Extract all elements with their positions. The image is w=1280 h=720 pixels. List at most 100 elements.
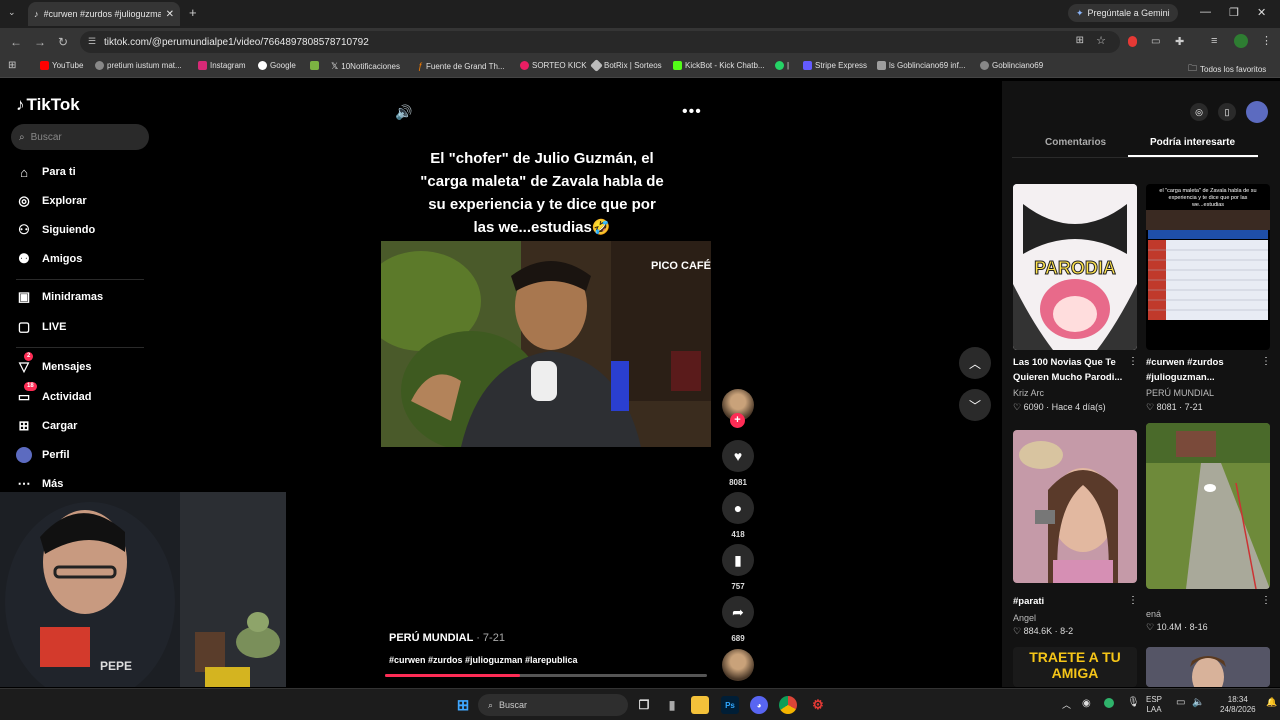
next-video-button[interactable]: ﹀ bbox=[959, 389, 991, 421]
bookmark-item[interactable]: BotRix | Sorteos bbox=[590, 59, 662, 72]
follow-plus-icon[interactable]: + bbox=[730, 413, 745, 428]
forward-icon[interactable]: → bbox=[34, 35, 46, 49]
sidebar-item-live[interactable]: ▢ LIVE bbox=[16, 319, 67, 335]
network-icon[interactable]: ▭ bbox=[1176, 697, 1185, 708]
clock[interactable]: 18:34 24/8/2026 bbox=[1220, 695, 1256, 715]
sidebar-item-perfil[interactable]: Perfil bbox=[16, 447, 70, 463]
bookmark-item[interactable]: ls Goblinciano69 inf... bbox=[877, 61, 966, 70]
card-title[interactable]: #curwen #zurdos #julioguzman... bbox=[1146, 355, 1261, 385]
tray-app-icon[interactable]: ◉ bbox=[1082, 698, 1091, 709]
card-more-icon[interactable]: ⋮ bbox=[1128, 356, 1138, 367]
sidebar-item-mensajes[interactable]: ▽ 2 Mensajes bbox=[16, 352, 92, 375]
sidebar-item-amigos[interactable]: ⚉ Amigos bbox=[16, 251, 82, 267]
card-author[interactable]: ená bbox=[1146, 609, 1161, 619]
tab-podria-interesarte[interactable]: Podría interesarte bbox=[1150, 137, 1235, 148]
save-button[interactable]: ▮ 757 bbox=[722, 544, 754, 591]
device-icon[interactable]: ▯ bbox=[1218, 103, 1236, 121]
video-thumbnail[interactable] bbox=[1013, 430, 1137, 583]
taskbar-search[interactable]: ⌕ Buscar bbox=[478, 694, 628, 716]
video-thumbnail[interactable]: PARODIA bbox=[1013, 184, 1137, 350]
chrome-menu-icon[interactable]: ⋮ bbox=[1261, 34, 1272, 47]
card-more-icon[interactable]: ⋮ bbox=[1128, 595, 1138, 606]
notification-bell-icon[interactable]: 🔔 bbox=[1266, 697, 1277, 708]
reload-icon[interactable]: ↻ bbox=[58, 35, 68, 49]
tray-edge-icon[interactable] bbox=[1104, 698, 1114, 708]
video-thumbnail[interactable] bbox=[1146, 423, 1270, 589]
next-creator-avatar[interactable] bbox=[722, 649, 754, 681]
video-author[interactable]: PERÚ MUNDIAL · 7-21 bbox=[389, 632, 505, 644]
gemini-button[interactable]: ✦ Pregúntale a Gemini bbox=[1068, 4, 1178, 22]
more-options-icon[interactable]: ••• bbox=[682, 103, 702, 121]
bookmark-star-icon[interactable]: ☆ bbox=[1096, 34, 1106, 47]
sidebar-item-siguiendo[interactable]: ⚇ Siguiendo bbox=[16, 222, 95, 238]
microphone-icon[interactable]: 🎙 bbox=[1127, 697, 1140, 708]
back-icon[interactable]: ← bbox=[10, 35, 22, 49]
extensions-icon[interactable]: ✚ bbox=[1175, 35, 1184, 48]
url-field[interactable]: ☰ tiktok.com/@perumundialpe1/video/76648… bbox=[80, 31, 1120, 53]
bookmark-item[interactable]: | bbox=[775, 61, 789, 70]
discord-icon[interactable]: ◕ bbox=[750, 696, 768, 714]
volume-icon[interactable]: 🔊 bbox=[395, 104, 412, 121]
card-author[interactable]: PERÚ MUNDIAL bbox=[1146, 388, 1214, 398]
apps-grid-icon[interactable]: ⊞ bbox=[8, 60, 16, 71]
app-icon[interactable]: ▮ bbox=[663, 696, 681, 714]
previous-video-button[interactable]: ︿ bbox=[959, 347, 991, 379]
video-thumbnail[interactable]: el "carga maleta" de Zavala habla de su … bbox=[1146, 184, 1270, 350]
tray-overflow-icon[interactable]: ︿ bbox=[1062, 698, 1071, 711]
video-progress-bar[interactable] bbox=[385, 674, 707, 677]
sidebar-item-actividad[interactable]: ▭ 18 Actividad bbox=[16, 382, 92, 405]
sidebar-item-explorar[interactable]: ◎ Explorar bbox=[16, 193, 86, 209]
card-more-icon[interactable]: ⋮ bbox=[1261, 595, 1271, 606]
card-title[interactable]: Las 100 Novias Que Te Quieren Mucho Paro… bbox=[1013, 355, 1128, 385]
sidebar-item-mas[interactable]: ⋯ Más bbox=[16, 476, 64, 492]
bookmark-item[interactable] bbox=[310, 61, 319, 70]
video-player[interactable]: PICO CAFÉ bbox=[381, 241, 711, 447]
card-more-icon[interactable]: ⋮ bbox=[1261, 356, 1271, 367]
media-control-icon[interactable]: ≡ bbox=[1211, 35, 1217, 47]
chrome-icon[interactable] bbox=[779, 696, 797, 714]
photoshop-icon[interactable]: Ps bbox=[721, 696, 739, 714]
share-button[interactable]: ➦ 689 bbox=[722, 596, 754, 643]
video-thumbnail[interactable]: TRAETE A TU AMIGA bbox=[1013, 647, 1137, 687]
restore-icon[interactable]: ❐ bbox=[1229, 6, 1239, 19]
tab-list-dropdown-icon[interactable]: ⌄ bbox=[8, 7, 16, 18]
all-favorites-folder[interactable]: 🗀 Todos los favoritos bbox=[1188, 61, 1266, 77]
search-input[interactable]: ⌕ Buscar bbox=[11, 124, 149, 150]
extension-red-icon[interactable] bbox=[1128, 36, 1137, 47]
card-author[interactable]: Kriz Arc bbox=[1013, 388, 1044, 398]
like-button[interactable]: ♥ 8081 bbox=[722, 440, 754, 487]
task-view-icon[interactable]: ❐ bbox=[635, 696, 653, 714]
bookmark-item[interactable]: YouTube bbox=[40, 61, 83, 70]
windows-start-icon[interactable]: ⊞ bbox=[454, 696, 472, 714]
compass-icon[interactable]: ◎ bbox=[1190, 103, 1208, 121]
tiktok-logo[interactable]: ♪ TikTok bbox=[16, 95, 80, 115]
language-indicator[interactable]: ESP LAA bbox=[1146, 695, 1162, 715]
install-icon[interactable]: ⊞ bbox=[1076, 35, 1084, 46]
bookmark-item[interactable]: Stripe Express bbox=[803, 61, 867, 70]
new-tab-icon[interactable]: + bbox=[189, 5, 197, 20]
video-hashtags[interactable]: #curwen #zurdos #julioguzman #larepublic… bbox=[389, 655, 578, 665]
file-explorer-icon[interactable] bbox=[691, 696, 709, 714]
browser-tab[interactable]: ♪ #curwen #zurdos #julioguzman ✕ bbox=[28, 2, 180, 26]
minimize-icon[interactable]: — bbox=[1200, 6, 1211, 18]
bookmark-item[interactable]: Goblinciano69 bbox=[980, 61, 1043, 70]
video-thumbnail[interactable] bbox=[1146, 647, 1270, 687]
sidebar-item-para-ti[interactable]: ⌂ Para ti bbox=[16, 164, 76, 180]
sidebar-item-minidramas[interactable]: ▣ Minidramas bbox=[16, 289, 103, 305]
user-avatar-icon[interactable] bbox=[1246, 101, 1268, 123]
bookmark-item[interactable]: 𝕏 10Notificaciones bbox=[331, 61, 400, 72]
comment-button[interactable]: ● 418 bbox=[722, 492, 754, 539]
bookmark-item[interactable]: SORTEO KICK bbox=[520, 61, 587, 70]
site-info-icon[interactable]: ☰ bbox=[88, 36, 96, 47]
card-author[interactable]: Angel bbox=[1013, 613, 1036, 623]
bookmark-item[interactable]: ƒ Fuente de Grand Th... bbox=[418, 61, 505, 71]
bookmark-item[interactable]: KickBot - Kick Chatb... bbox=[673, 61, 765, 70]
sidebar-item-cargar[interactable]: ⊞ Cargar bbox=[16, 418, 78, 434]
bookmark-item[interactable]: Instagram bbox=[198, 61, 246, 70]
extension-card-icon[interactable]: ▭ bbox=[1151, 36, 1160, 47]
bookmark-item[interactable]: pretium iustum mat... bbox=[95, 61, 182, 70]
tab-comentarios[interactable]: Comentarios bbox=[1045, 137, 1106, 148]
bookmark-item[interactable]: Google bbox=[258, 61, 296, 70]
close-window-icon[interactable]: ✕ bbox=[1257, 6, 1266, 19]
speaker-icon[interactable]: 🔈 bbox=[1192, 697, 1204, 708]
